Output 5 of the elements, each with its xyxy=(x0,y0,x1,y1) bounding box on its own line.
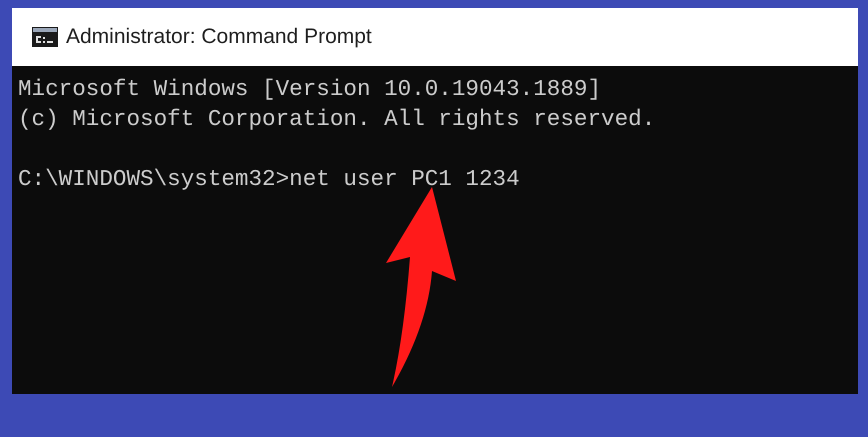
console-output-line: Microsoft Windows [Version 10.0.19043.1889] xyxy=(18,75,602,104)
console-output-line: (c) Microsoft Corporation. All rights reserved. xyxy=(18,105,656,134)
console-icon xyxy=(32,27,58,47)
window-title: Administrator: Command Prompt xyxy=(66,25,372,49)
command-line: C:\WINDOWS\system32>net user PC1 1234 xyxy=(18,165,520,194)
